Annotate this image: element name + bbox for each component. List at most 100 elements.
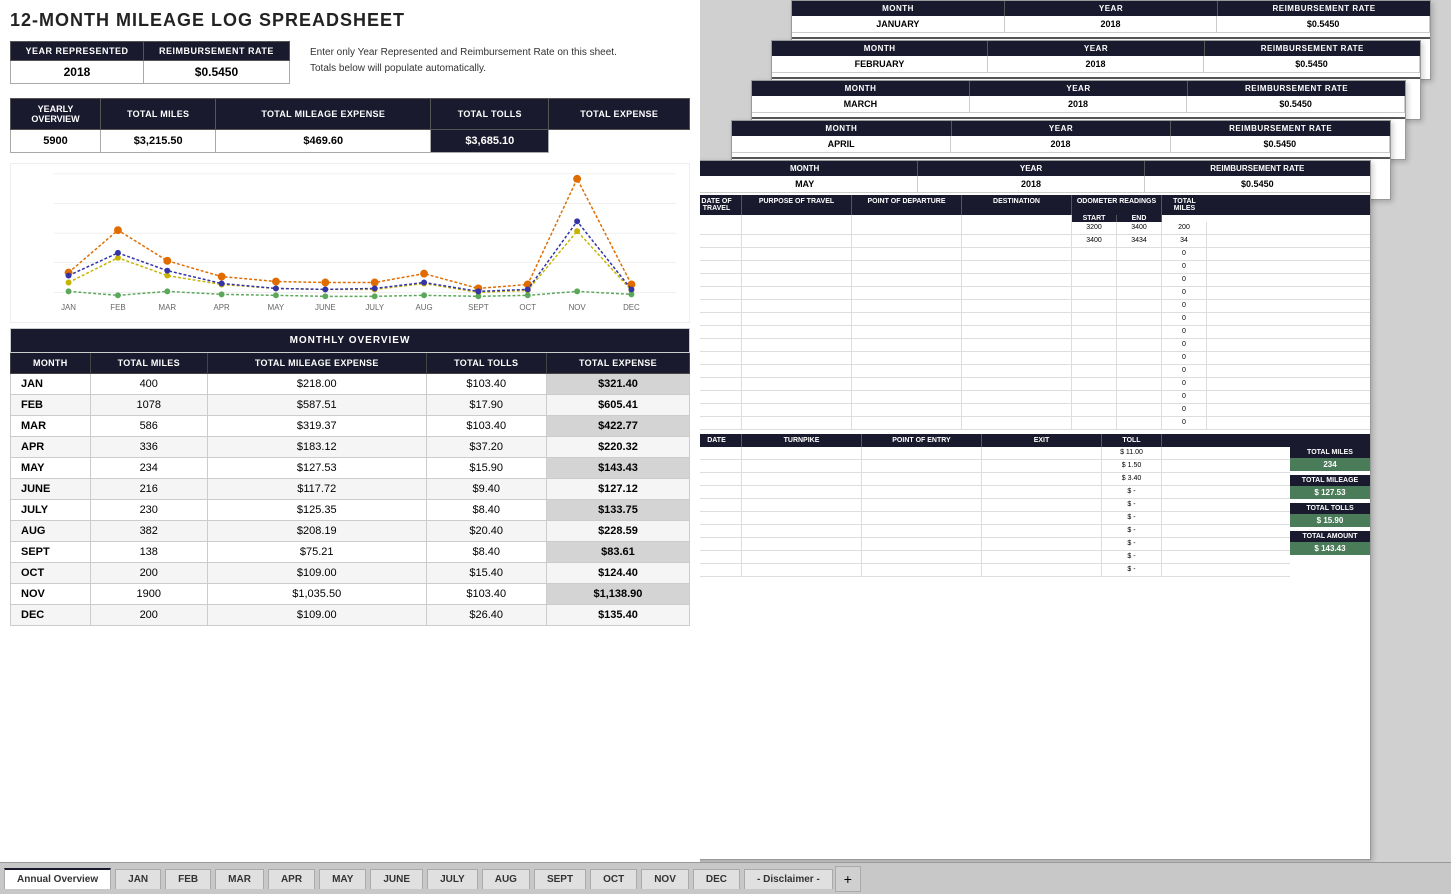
odometer-label: ODOMETER READINGS — [1072, 195, 1162, 215]
toll-data-row: $ - — [700, 564, 1290, 577]
tab-aug[interactable]: AUG — [482, 869, 530, 889]
monthly-row: SEPT138$75.21$8.40$83.61 — [11, 542, 690, 563]
year-value: 2018 — [11, 61, 144, 84]
tab-mar[interactable]: MAR — [215, 869, 264, 889]
travel-data-row: 0 — [700, 404, 1370, 417]
toll-data-row: $ - — [700, 538, 1290, 551]
monthly-cell-7-2: $208.19 — [207, 521, 426, 542]
tab-feb[interactable]: FEB — [165, 869, 211, 889]
travel-header: DATE OF TRAVEL PURPOSE OF TRAVEL POINT O… — [700, 195, 1370, 215]
monthly-row: DEC200$109.00$26.40$135.40 — [11, 605, 690, 626]
toll-data-row: $ 1.50 — [700, 460, 1290, 473]
monthly-cell-9-1: 200 — [90, 563, 207, 584]
year-header: YEAR REPRESENTED — [11, 42, 144, 61]
travel-data-row: 0 — [700, 339, 1370, 352]
travel-data-row: 32003400200 — [700, 222, 1370, 235]
monthly-cell-3-3: $37.20 — [426, 437, 546, 458]
travel-data-row: 0 — [700, 326, 1370, 339]
toll-data-row: $ - — [700, 525, 1290, 538]
yearly-miles: 5900 — [11, 130, 101, 153]
monthly-cell-7-0: AUG — [11, 521, 91, 542]
toll-header: DATE TURNPIKE POINT OF ENTRY EXIT TOLL — [700, 434, 1370, 447]
monthly-cell-4-3: $15.90 — [426, 458, 546, 479]
total-amount-summary-value: $ 143.43 — [1290, 542, 1370, 555]
total-mileage-summary-value: $ 127.53 — [1290, 486, 1370, 499]
svg-text:APR: APR — [214, 303, 231, 312]
monthly-cell-2-4: $422.77 — [546, 416, 689, 437]
monthly-cell-4-2: $127.53 — [207, 458, 426, 479]
monthly-cell-5-0: JUNE — [11, 479, 91, 500]
toll-data-row: $ - — [700, 512, 1290, 525]
monthly-cell-10-0: NOV — [11, 584, 91, 605]
monthly-cell-6-2: $125.35 — [207, 500, 426, 521]
tab-dec[interactable]: DEC — [693, 869, 740, 889]
jan-month-label: MONTH — [792, 1, 1005, 16]
monthly-cell-0-4: $321.40 — [546, 374, 689, 395]
toll-data-row: $ - — [700, 486, 1290, 499]
monthly-cell-9-4: $124.40 — [546, 563, 689, 584]
total-tolls-summary-value: $ 15.90 — [1290, 514, 1370, 527]
total-miles-label: TOTAL MILES — [1162, 195, 1207, 215]
mileage-col-header: TOTAL MILEAGE EXPENSE — [207, 353, 426, 374]
may-rate-label: REIMBURSEMENT RATE — [1145, 161, 1370, 176]
may-header-values: MAY 2018 $0.5450 — [700, 176, 1370, 193]
svg-text:AUG: AUG — [416, 303, 433, 312]
may-header-row: MONTH YEAR REIMBURSEMENT RATE — [700, 161, 1370, 176]
tab-june[interactable]: JUNE — [370, 869, 423, 889]
jan-year-value: 2018 — [1005, 16, 1218, 33]
monthly-cell-0-0: JAN — [11, 374, 91, 395]
svg-text:NOV: NOV — [569, 303, 587, 312]
monthly-row: JULY230$125.35$8.40$133.75 — [11, 500, 690, 521]
yearly-mileage-expense: $3,215.50 — [101, 130, 216, 153]
monthly-overview-table: MONTHLY OVERVIEW MONTH TOTAL MILES TOTAL… — [10, 328, 690, 626]
yearly-tolls: $469.60 — [216, 130, 431, 153]
tab---disclaimer--[interactable]: - Disclaimer - — [744, 869, 833, 889]
toll-data-row: $ 11.00 — [700, 447, 1290, 460]
svg-text:MAR: MAR — [159, 303, 177, 312]
svg-text:SEPT: SEPT — [468, 303, 489, 312]
monthly-row: NOV1900$1,035.50$103.40$1,138.90 — [11, 584, 690, 605]
svg-text:DEC: DEC — [623, 303, 640, 312]
tab-may[interactable]: MAY — [319, 869, 366, 889]
toll-data-row: $ - — [700, 499, 1290, 512]
tab-jan[interactable]: JAN — [115, 869, 161, 889]
year-rate-table: YEAR REPRESENTED REIMBURSEMENT RATE 2018… — [10, 41, 290, 84]
tab-apr[interactable]: APR — [268, 869, 315, 889]
monthly-cell-11-0: DEC — [11, 605, 91, 626]
svg-text:OCT: OCT — [519, 303, 536, 312]
summary-panel: TOTAL MILES 234 TOTAL MILEAGE $ 127.53 T… — [1290, 447, 1370, 577]
tabs-container: Annual OverviewJANFEBMARAPRMAYJUNEJULYAU… — [4, 868, 835, 889]
monthly-cell-0-2: $218.00 — [207, 374, 426, 395]
svg-text:MAY: MAY — [268, 303, 285, 312]
spreadsheet-area: 12-MONTH MILEAGE LOG SPREADSHEET YEAR RE… — [0, 0, 1451, 862]
may-year-label: YEAR — [918, 161, 1144, 176]
total-miles-header: TOTAL MILES — [101, 99, 216, 130]
tab-annual-overview[interactable]: Annual Overview — [4, 868, 111, 889]
monthly-cell-8-1: 138 — [90, 542, 207, 563]
monthly-cell-3-4: $220.32 — [546, 437, 689, 458]
add-tab-button[interactable]: + — [835, 866, 861, 892]
monthly-cell-10-3: $103.40 — [426, 584, 546, 605]
tab-july[interactable]: JULY — [427, 869, 478, 889]
total-miles-summary-label: TOTAL MILES — [1290, 447, 1370, 458]
tab-oct[interactable]: OCT — [590, 869, 637, 889]
monthly-cell-11-3: $26.40 — [426, 605, 546, 626]
sheet-stack: MONTH YEAR REIMBURSEMENT RATE JANUARY 20… — [700, 0, 1451, 860]
instructions: Enter only Year Represented and Reimburs… — [310, 45, 617, 84]
monthly-cell-0-1: 400 — [90, 374, 207, 395]
travel-data-row: 0 — [700, 274, 1370, 287]
monthly-row: AUG382$208.19$20.40$228.59 — [11, 521, 690, 542]
svg-text:JAN: JAN — [61, 303, 76, 312]
monthly-row: MAR586$319.37$103.40$422.77 — [11, 416, 690, 437]
tab-sept[interactable]: SEPT — [534, 869, 586, 889]
monthly-cell-1-4: $605.41 — [546, 395, 689, 416]
toll-and-summary: $ 11.00$ 1.50$ 3.40$ -$ -$ -$ -$ -$ -$ -… — [700, 447, 1370, 577]
monthly-cell-1-2: $587.51 — [207, 395, 426, 416]
toll-rows: $ 11.00$ 1.50$ 3.40$ -$ -$ -$ -$ -$ -$ - — [700, 447, 1290, 577]
monthly-cell-8-0: SEPT — [11, 542, 91, 563]
tab-nov[interactable]: NOV — [641, 869, 689, 889]
monthly-cell-11-2: $109.00 — [207, 605, 426, 626]
left-panel: 12-MONTH MILEAGE LOG SPREADSHEET YEAR RE… — [0, 0, 700, 862]
chart-svg: JAN FEB MAR APR MAY JUNE JULY AUG SEPT O… — [11, 164, 689, 322]
monthly-cell-2-1: 586 — [90, 416, 207, 437]
